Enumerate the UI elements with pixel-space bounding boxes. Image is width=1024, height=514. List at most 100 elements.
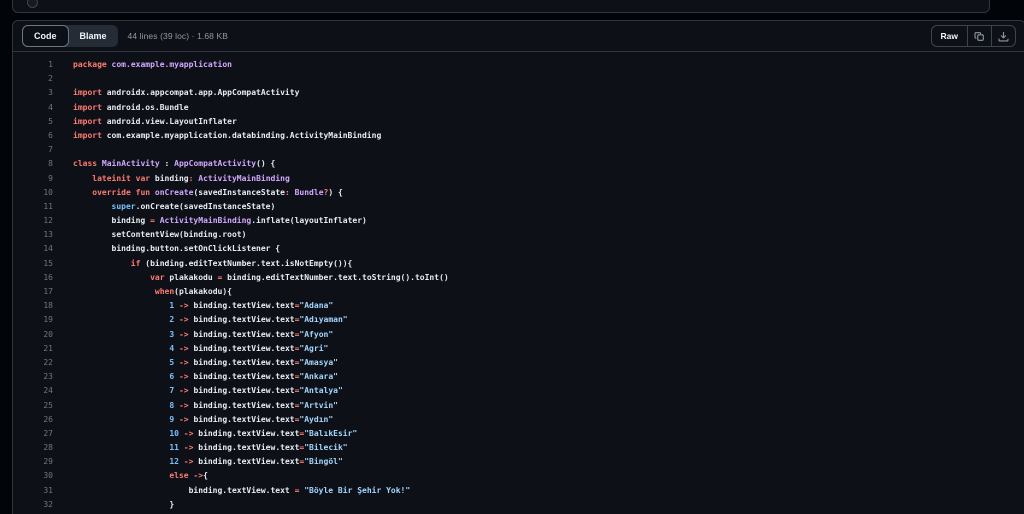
line-number[interactable]: 18 bbox=[13, 299, 53, 313]
code-text: class MainActivity : AppCompatActivity()… bbox=[73, 159, 276, 169]
code-text: binding = ActivityMainBinding.inflate(la… bbox=[73, 216, 367, 226]
code-line: 29 12 -> binding.textView.text="Bingöl" bbox=[13, 455, 1024, 469]
code-text: var plakakodu = binding.editTextNumber.t… bbox=[150, 272, 449, 282]
file-info: 44 lines (39 loc) · 1.68 KB bbox=[127, 31, 229, 41]
line-number[interactable]: 32 bbox=[13, 498, 53, 512]
line-number[interactable]: 31 bbox=[13, 484, 53, 498]
code-text: 9 -> binding.textView.text="Aydın" bbox=[169, 414, 334, 424]
code-line: 13 setContentView(binding.root) bbox=[13, 228, 1024, 242]
download-raw-button[interactable] bbox=[991, 26, 1015, 46]
line-number[interactable]: 19 bbox=[13, 313, 53, 327]
line-number[interactable]: 17 bbox=[13, 285, 53, 299]
code-text: 11 -> binding.textView.text="Bilecik" bbox=[169, 443, 348, 453]
code-panel: Code Blame 44 lines (39 loc) · 1.68 KB R… bbox=[12, 20, 1024, 514]
code-line: 19 2 -> binding.textView.text="Adıyaman" bbox=[13, 313, 1024, 327]
code-line: 27 10 -> binding.textView.text="BalıkEsi… bbox=[13, 427, 1024, 441]
code-text: 12 -> binding.textView.text="Bingöl" bbox=[169, 457, 343, 467]
code-text: import android.os.Bundle bbox=[73, 102, 189, 112]
code-blame-switch: Code Blame bbox=[22, 25, 118, 47]
code-line: 21 4 -> binding.textView.text="Agri" bbox=[13, 342, 1024, 356]
line-number[interactable]: 7 bbox=[13, 143, 53, 157]
line-number[interactable]: 23 bbox=[13, 370, 53, 384]
code-line: 5 import android.view.LayoutInflater bbox=[13, 115, 1024, 129]
code-text: super.onCreate(savedInstanceState) bbox=[111, 201, 276, 211]
code-line: 28 11 -> binding.textView.text="Bilecik" bbox=[13, 441, 1024, 455]
line-number[interactable]: 3 bbox=[13, 86, 53, 100]
raw-button-group: Raw bbox=[930, 25, 1016, 47]
line-number[interactable]: 8 bbox=[13, 157, 53, 171]
line-number[interactable]: 9 bbox=[13, 172, 53, 186]
code-line: 11 super.onCreate(savedInstanceState) bbox=[13, 200, 1024, 214]
line-number[interactable]: 4 bbox=[13, 101, 53, 115]
code-line: 6 import com.example.myapplication.databi… bbox=[13, 129, 1024, 143]
line-number[interactable]: 16 bbox=[13, 271, 53, 285]
line-number[interactable]: 15 bbox=[13, 257, 53, 271]
code-text: 2 -> binding.textView.text="Adıyaman" bbox=[169, 315, 348, 325]
code-line: 10 override fun onCreate(savedInstanceSt… bbox=[13, 186, 1024, 200]
code-line: 25 8 -> binding.textView.text="Artvin" bbox=[13, 399, 1024, 413]
download-icon bbox=[998, 31, 1009, 42]
line-number[interactable]: 20 bbox=[13, 328, 53, 342]
line-number[interactable]: 5 bbox=[13, 115, 53, 129]
code-text: package com.example.myapplication bbox=[73, 60, 232, 69]
code-line: 15 if (binding.editTextNumber.text.isNot… bbox=[13, 257, 1024, 271]
code-lines: 1 package com.example.myapplication 2 3 impo… bbox=[13, 52, 1024, 514]
line-number[interactable]: 1 bbox=[13, 58, 53, 72]
line-number[interactable]: 22 bbox=[13, 356, 53, 370]
code-line: 12 binding = ActivityMainBinding.inflate… bbox=[13, 214, 1024, 228]
line-number[interactable]: 25 bbox=[13, 399, 53, 413]
code-line: 9 lateinit var binding: ActivityMainBind… bbox=[13, 172, 1024, 186]
code-line: 8 class MainActivity : AppCompatActivity(… bbox=[13, 157, 1024, 171]
code-text: override fun onCreate(savedInstanceState… bbox=[92, 187, 343, 197]
avatar bbox=[27, 0, 38, 8]
line-number[interactable]: 24 bbox=[13, 384, 53, 398]
tab-blame[interactable]: Blame bbox=[69, 25, 118, 47]
line-number[interactable]: 12 bbox=[13, 214, 53, 228]
code-text: 3 -> binding.textView.text="Afyon" bbox=[169, 329, 334, 339]
code-line: 32 } bbox=[13, 498, 1024, 512]
tab-code[interactable]: Code bbox=[22, 25, 69, 47]
code-text: 4 -> binding.textView.text="Agri" bbox=[169, 343, 329, 353]
code-text: import com.example.myapplication.databin… bbox=[73, 130, 382, 140]
line-number[interactable]: 26 bbox=[13, 413, 53, 427]
code-text: lateinit var binding: ActivityMainBindin… bbox=[92, 173, 290, 183]
code-line: 4 import android.os.Bundle bbox=[13, 101, 1024, 115]
code-line: 24 7 -> binding.textView.text="Antalya" bbox=[13, 384, 1024, 398]
code-text: when(plakakodu){ bbox=[154, 287, 232, 296]
code-line: 18 1 -> binding.textView.text="Adana" bbox=[13, 299, 1024, 313]
line-number[interactable]: 21 bbox=[13, 342, 53, 356]
line-number[interactable]: 14 bbox=[13, 242, 53, 256]
code-text: binding.button.setOnClickListener { bbox=[73, 244, 281, 254]
code-text: 1 -> binding.textView.text="Adana" bbox=[169, 301, 334, 311]
line-number[interactable]: 30 bbox=[13, 469, 53, 483]
line-number[interactable]: 27 bbox=[13, 427, 53, 441]
code-line: 23 6 -> binding.textView.text="Ankara" bbox=[13, 370, 1024, 384]
code-text: setContentView(binding.root) bbox=[73, 230, 247, 240]
code-line: 16 var plakakodu = binding.editTextNumbe… bbox=[13, 271, 1024, 285]
code-line: 20 3 -> binding.textView.text="Afyon" bbox=[13, 328, 1024, 342]
line-number[interactable]: 6 bbox=[13, 129, 53, 143]
copy-raw-button[interactable] bbox=[967, 26, 991, 46]
code-text: else ->{ bbox=[169, 471, 208, 481]
code-line: 14 binding.button.setOnClickListener { bbox=[13, 242, 1024, 256]
code-text: 6 -> binding.textView.text="Ankara" bbox=[169, 372, 338, 382]
file-toolbar: Code Blame 44 lines (39 loc) · 1.68 KB R… bbox=[13, 21, 1024, 52]
code-line: 3 import androidx.appcompat.app.AppCompat… bbox=[13, 86, 1024, 100]
code-text: 10 -> binding.textView.text="BalıkEsir" bbox=[169, 428, 358, 438]
raw-button[interactable]: Raw bbox=[932, 26, 967, 46]
code-line: 1 package com.example.myapplication bbox=[13, 58, 1024, 72]
code-text: if (binding.editTextNumber.text.isNotEmp… bbox=[130, 258, 353, 268]
line-number[interactable]: 10 bbox=[13, 186, 53, 200]
code-line: 22 5 -> binding.textView.text="Amasya" bbox=[13, 356, 1024, 370]
line-number[interactable]: 2 bbox=[13, 72, 53, 86]
code-line: 31 binding.textView.text = "Böyle Bir Şe… bbox=[13, 484, 1024, 498]
line-number[interactable]: 11 bbox=[13, 200, 53, 214]
code-text: 7 -> binding.textView.text="Antalya" bbox=[169, 386, 343, 396]
code-text: import androidx.appcompat.app.AppCompatA… bbox=[73, 88, 300, 98]
code-text: 5 -> binding.textView.text="Amasya" bbox=[169, 357, 338, 367]
line-number[interactable]: 13 bbox=[13, 228, 53, 242]
code-text: 8 -> binding.textView.text="Artvin" bbox=[169, 400, 338, 410]
line-number[interactable]: 29 bbox=[13, 455, 53, 469]
line-number[interactable]: 28 bbox=[13, 441, 53, 455]
